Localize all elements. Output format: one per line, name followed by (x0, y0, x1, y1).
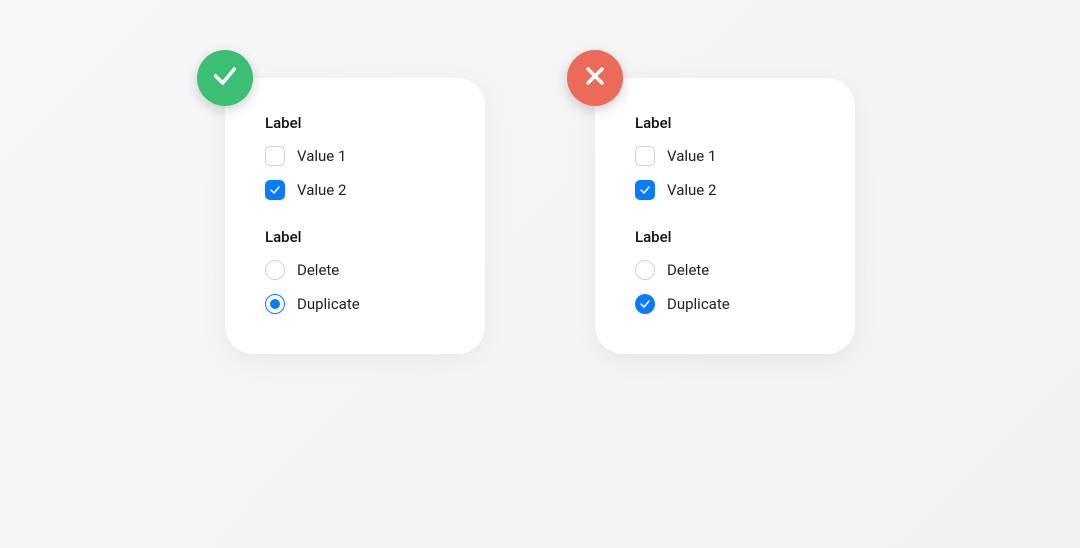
close-icon (581, 62, 609, 94)
group-label: Label (265, 228, 445, 246)
group-label: Label (635, 228, 815, 246)
checkbox-checked-icon (265, 180, 285, 200)
radio-unchecked-icon (635, 260, 655, 280)
form-card: Label Value 1 Value 2 Label Delete (595, 78, 855, 354)
radio-option-duplicate[interactable]: Duplicate (265, 294, 445, 314)
checkbox-unchecked-icon (265, 146, 285, 166)
group-label: Label (265, 114, 445, 132)
option-label: Duplicate (667, 295, 730, 313)
option-label: Delete (297, 261, 339, 279)
option-label: Duplicate (297, 295, 360, 313)
dont-example-card: Label Value 1 Value 2 Label Delete (595, 78, 855, 354)
radio-checked-wrong-icon (635, 294, 655, 314)
radio-group: Label Delete Duplicate (265, 228, 445, 314)
checkbox-option-value2[interactable]: Value 2 (265, 180, 445, 200)
form-card: Label Value 1 Value 2 Label Delete Dupli… (225, 78, 485, 354)
radio-group: Label Delete Duplicate (635, 228, 815, 314)
option-label: Value 1 (297, 147, 346, 165)
checkbox-group: Label Value 1 Value 2 (265, 114, 445, 200)
do-badge (197, 50, 253, 106)
do-example-card: Label Value 1 Value 2 Label Delete Dupli… (225, 78, 485, 354)
checkbox-group: Label Value 1 Value 2 (635, 114, 815, 200)
checkbox-option-value2[interactable]: Value 2 (635, 180, 815, 200)
option-label: Value 2 (297, 181, 346, 199)
radio-checked-icon (265, 294, 285, 314)
checkbox-option-value1[interactable]: Value 1 (265, 146, 445, 166)
checkbox-checked-icon (635, 180, 655, 200)
option-label: Value 1 (667, 147, 716, 165)
radio-option-duplicate[interactable]: Duplicate (635, 294, 815, 314)
radio-unchecked-icon (265, 260, 285, 280)
option-label: Value 2 (667, 181, 716, 199)
dont-badge (567, 50, 623, 106)
group-label: Label (635, 114, 815, 132)
checkbox-option-value1[interactable]: Value 1 (635, 146, 815, 166)
check-icon (211, 62, 239, 94)
radio-option-delete[interactable]: Delete (265, 260, 445, 280)
radio-option-delete[interactable]: Delete (635, 260, 815, 280)
option-label: Delete (667, 261, 709, 279)
checkbox-unchecked-icon (635, 146, 655, 166)
